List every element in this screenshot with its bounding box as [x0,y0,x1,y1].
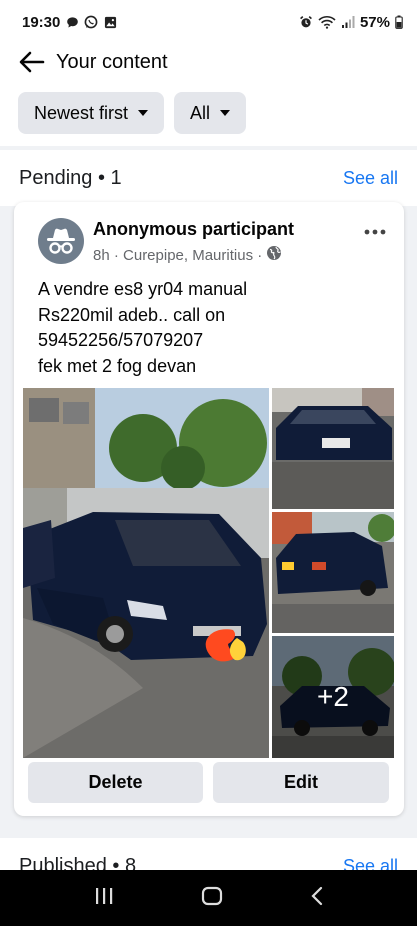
post-meta: 8h · Curepipe, Mauritius · [93,245,282,265]
type-dropdown[interactable]: All [174,92,247,134]
arrow-left-icon[interactable] [18,48,46,76]
more-photos-overlay[interactable]: +2 [272,636,394,758]
filter-bar: Newest first All [0,80,417,146]
post-author[interactable]: Anonymous participant [93,219,294,240]
status-bar: 19:30 57% [0,0,417,44]
sort-dropdown[interactable]: Newest first [18,92,165,134]
post-card: Anonymous participant 8h · Curepipe, Mau… [14,202,404,816]
status-left: 19:30 [22,14,117,31]
post-text-line: 59452256/57079207 [38,330,204,350]
post-photo-thumb-1[interactable] [272,388,394,509]
battery-icon [395,15,403,29]
caret-down-icon [220,110,231,116]
post-photo-thumb-3[interactable]: +2 [272,636,394,758]
alarm-icon [299,15,313,29]
page-title: Your content [56,50,168,73]
status-right: 57% [299,14,403,31]
sort-label: Newest first [34,102,129,123]
signal-icon [341,15,355,29]
post-text-line: A vendre es8 yr04 manual [38,279,248,299]
gallery-icon [103,15,117,29]
post-text: A vendre es8 yr04 manual Rs220mil adeb..… [38,277,378,379]
post-text-line: Rs220mil adeb.. call on [38,304,226,325]
pending-see-all-link[interactable]: See all [343,168,398,189]
recents-icon[interactable] [94,887,114,910]
type-label: All [190,102,211,123]
more-photos-count: +2 [317,681,349,712]
status-time: 19:30 [22,13,61,31]
pending-section-header: Pending • 1 See all [0,150,417,206]
caret-down-icon [138,110,149,116]
pending-title: Pending • 1 [19,166,122,189]
home-icon[interactable] [201,886,223,911]
back-icon[interactable] [310,886,324,911]
more-horizontal-icon[interactable] [364,218,386,241]
battery-percent: 57% [359,13,390,31]
chat-bubble-icon [65,15,79,29]
post-text-line: fek met 2 fog devan [38,355,197,376]
post-photo-thumb-2[interactable] [272,512,394,633]
wifi-icon [318,15,336,29]
post-photo-main[interactable] [23,388,269,758]
incognito-icon [38,218,84,264]
post-meta-text: 8h · Curepipe, Mauritius · [93,246,263,264]
delete-button[interactable]: Delete [28,762,203,803]
app-header: Your content [0,44,417,80]
system-nav-bar [0,870,417,926]
edit-button[interactable]: Edit [213,762,389,803]
whatsapp-icon [84,15,98,29]
globe-icon [266,245,282,265]
